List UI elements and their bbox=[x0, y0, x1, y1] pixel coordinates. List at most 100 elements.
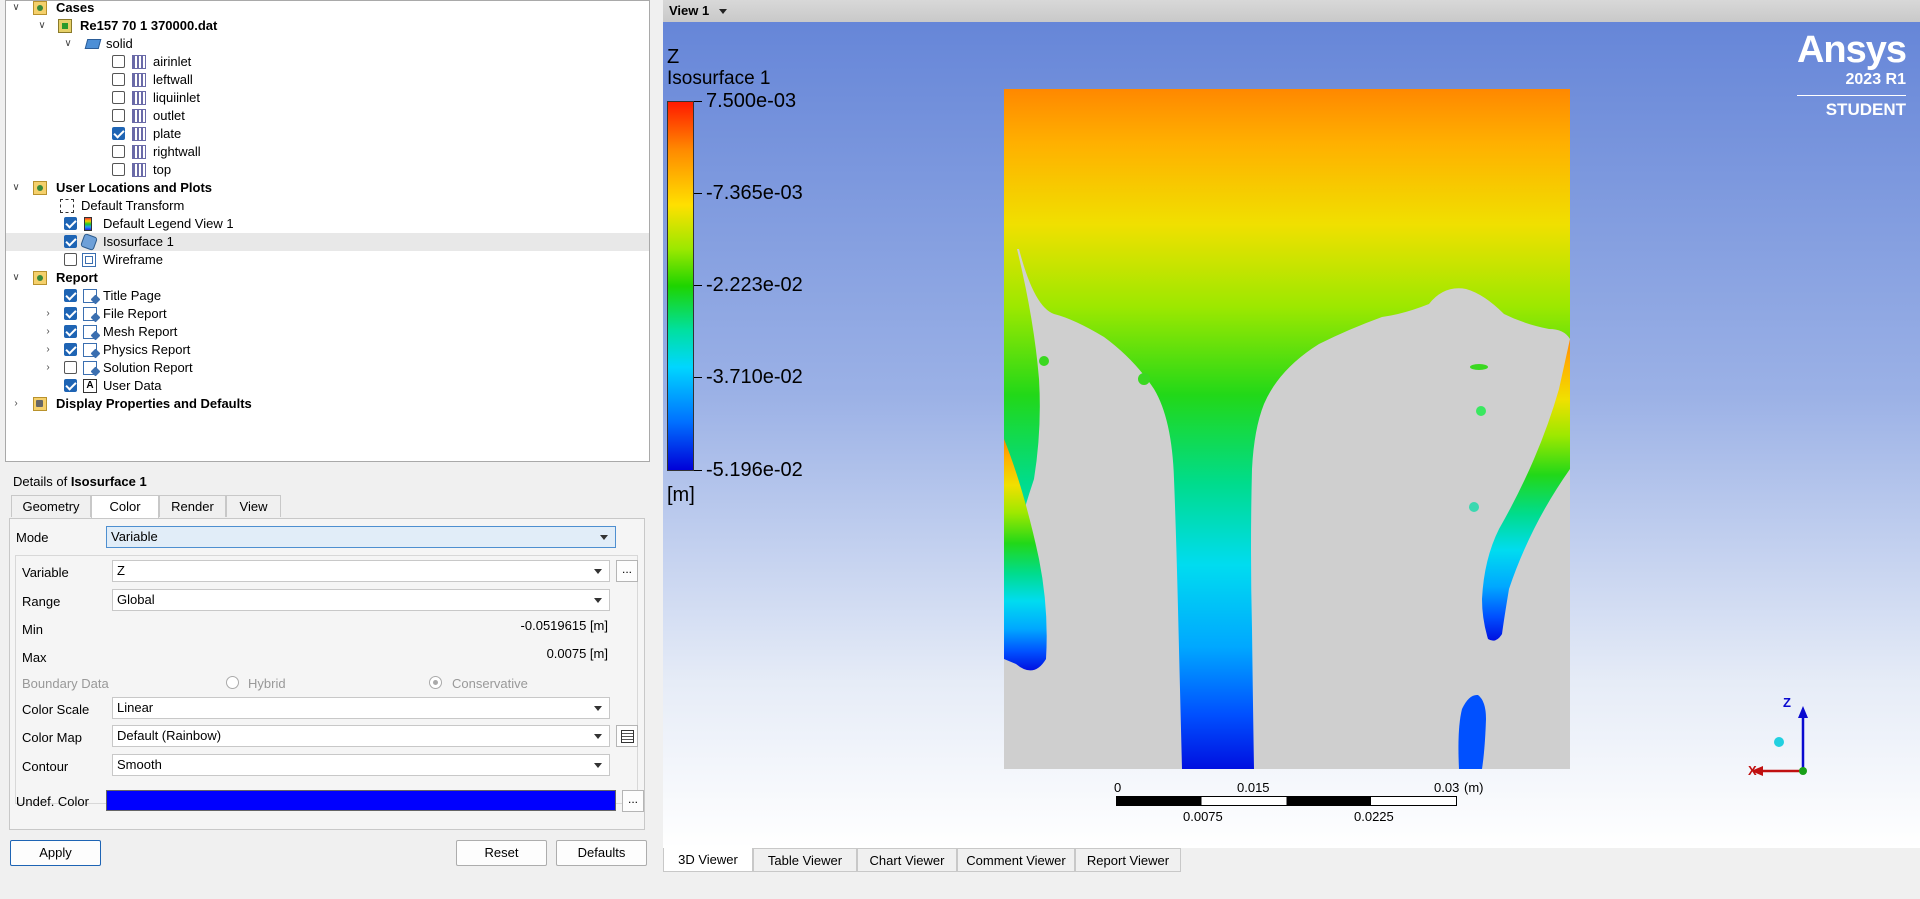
boundary-icon bbox=[132, 127, 146, 141]
variable-ellipsis-button[interactable]: ... bbox=[616, 560, 638, 582]
visibility-checkbox[interactable] bbox=[112, 73, 125, 86]
range-select[interactable]: Global bbox=[112, 589, 610, 611]
ansys-logo: Ansys 2023 R1 STUDENT bbox=[1796, 30, 1907, 120]
conservative-radio[interactable] bbox=[429, 676, 442, 689]
tab-view[interactable]: View bbox=[226, 495, 281, 517]
tree-label: plate bbox=[153, 126, 182, 141]
tree-item-report-entry[interactable]: › File Report bbox=[6, 305, 649, 323]
visibility-checkbox[interactable] bbox=[64, 343, 77, 356]
collapse-icon[interactable]: ∨ bbox=[36, 17, 48, 35]
visibility-checkbox[interactable] bbox=[64, 361, 77, 374]
tab-geometry[interactable]: Geometry bbox=[11, 495, 91, 517]
visibility-checkbox[interactable] bbox=[64, 289, 77, 302]
tree-item-report-entry[interactable]: User Data bbox=[6, 377, 649, 395]
tab-report-viewer[interactable]: Report Viewer bbox=[1075, 848, 1181, 872]
tab-color[interactable]: Color bbox=[91, 495, 159, 519]
user-locations-icon bbox=[33, 181, 47, 195]
hybrid-radio[interactable] bbox=[226, 676, 239, 689]
variable-select[interactable]: Z bbox=[112, 560, 610, 582]
tree-label: Default Transform bbox=[81, 198, 185, 213]
tree-item-boundary[interactable]: plate bbox=[6, 125, 649, 143]
color-scale-select[interactable]: Linear bbox=[112, 697, 610, 719]
expand-icon[interactable]: › bbox=[42, 323, 54, 341]
tree-item-boundary[interactable]: airinlet bbox=[6, 53, 649, 71]
collapse-icon[interactable]: ∨ bbox=[10, 1, 22, 17]
color-map-select[interactable]: Default (Rainbow) bbox=[112, 725, 610, 747]
visibility-checkbox[interactable] bbox=[64, 379, 77, 392]
tree-item-boundary[interactable]: top bbox=[6, 161, 649, 179]
tree-item-report-entry[interactable]: › Solution Report bbox=[6, 359, 649, 377]
tree-item-default-legend[interactable]: Default Legend View 1 bbox=[6, 215, 649, 233]
tab-render[interactable]: Render bbox=[159, 495, 226, 517]
isosurface-plot bbox=[1004, 89, 1570, 769]
legend-value: -5.196e-02 bbox=[706, 459, 803, 481]
visibility-checkbox[interactable] bbox=[112, 91, 125, 104]
collapse-icon[interactable]: ∨ bbox=[10, 269, 22, 287]
tree-item-boundary[interactable]: outlet bbox=[6, 107, 649, 125]
undef-color-swatch[interactable] bbox=[106, 790, 616, 811]
3d-viewer-canvas[interactable]: Z Isosurface 1 7.500e-03 -7.365e-03 -2.2… bbox=[663, 22, 1920, 848]
droplet bbox=[1469, 502, 1479, 512]
tab-table-viewer[interactable]: Table Viewer bbox=[753, 848, 857, 872]
expand-icon[interactable]: › bbox=[10, 395, 22, 413]
tab-comment-viewer[interactable]: Comment Viewer bbox=[957, 848, 1075, 872]
undef-color-label: Undef. Color bbox=[16, 794, 89, 809]
tree-item-boundary[interactable]: rightwall bbox=[6, 143, 649, 161]
scale-label: 0.0225 bbox=[1354, 809, 1394, 824]
visibility-checkbox[interactable] bbox=[64, 253, 77, 266]
undef-color-ellipsis-button[interactable]: ... bbox=[622, 790, 644, 812]
color-map-editor-button[interactable] bbox=[616, 725, 638, 747]
tab-chart-viewer[interactable]: Chart Viewer bbox=[857, 848, 957, 872]
tree-item-default-transform[interactable]: Default Transform bbox=[6, 197, 649, 215]
tree-item-report-entry[interactable]: › Physics Report bbox=[6, 341, 649, 359]
visibility-checkbox[interactable] bbox=[112, 163, 125, 176]
collapse-icon[interactable]: ∨ bbox=[62, 35, 74, 53]
tree-item-boundary[interactable]: leftwall bbox=[6, 71, 649, 89]
user-data-icon bbox=[83, 379, 97, 393]
legend-value: 7.500e-03 bbox=[706, 90, 797, 112]
range-label: Range bbox=[22, 594, 61, 609]
tree-item-cases[interactable]: ∨ Cases bbox=[6, 1, 649, 17]
tree-item-report-entry[interactable]: Title Page bbox=[6, 287, 649, 305]
tree-label: leftwall bbox=[153, 72, 193, 87]
contour-select[interactable]: Smooth bbox=[112, 754, 610, 776]
tree-item-report[interactable]: ∨ Report bbox=[6, 269, 649, 287]
reset-button[interactable]: Reset bbox=[456, 840, 547, 866]
tree-item-display-properties[interactable]: › Display Properties and Defaults bbox=[6, 395, 649, 413]
tree-item-isosurface[interactable]: Isosurface 1 bbox=[6, 233, 649, 251]
hybrid-label: Hybrid bbox=[248, 676, 286, 691]
legend-variable: Z bbox=[667, 46, 680, 68]
scale-bar-graphic bbox=[1116, 796, 1457, 806]
apply-button[interactable]: Apply bbox=[10, 840, 101, 866]
visibility-checkbox[interactable] bbox=[64, 217, 77, 230]
mode-select[interactable]: Variable bbox=[106, 526, 616, 548]
expand-icon[interactable]: › bbox=[42, 305, 54, 323]
visibility-checkbox[interactable] bbox=[112, 109, 125, 122]
report-icon bbox=[33, 271, 47, 285]
visibility-checkbox[interactable] bbox=[64, 235, 77, 248]
tree-item-user-locations[interactable]: ∨ User Locations and Plots bbox=[6, 179, 649, 197]
tree-item-report-entry[interactable]: › Mesh Report bbox=[6, 323, 649, 341]
visibility-checkbox[interactable] bbox=[112, 145, 125, 158]
min-label: Min bbox=[22, 622, 43, 637]
tree-item-boundary[interactable]: liquiinlet bbox=[6, 89, 649, 107]
tree-label: Mesh Report bbox=[103, 324, 178, 339]
collapse-icon[interactable]: ∨ bbox=[10, 179, 22, 197]
view-selector[interactable]: View 1 bbox=[669, 3, 727, 18]
tab-3d-viewer[interactable]: 3D Viewer bbox=[663, 848, 753, 872]
boundary-icon bbox=[132, 91, 146, 105]
tree-item-solid[interactable]: ∨ solid bbox=[6, 35, 649, 53]
visibility-checkbox[interactable] bbox=[64, 307, 77, 320]
visibility-checkbox[interactable] bbox=[112, 55, 125, 68]
color-scale-label: Color Scale bbox=[22, 702, 90, 717]
legend-value: -7.365e-03 bbox=[706, 182, 803, 204]
visibility-checkbox[interactable] bbox=[64, 325, 77, 338]
visibility-checkbox[interactable] bbox=[112, 127, 125, 140]
wireframe-icon bbox=[82, 253, 96, 267]
expand-icon[interactable]: › bbox=[42, 359, 54, 377]
report-page-icon bbox=[83, 289, 97, 303]
defaults-button[interactable]: Defaults bbox=[556, 840, 647, 866]
expand-icon[interactable]: › bbox=[42, 341, 54, 359]
tree-item-wireframe[interactable]: Wireframe bbox=[6, 251, 649, 269]
tree-item-case-file[interactable]: ∨ Re157 70 1 370000.dat bbox=[6, 17, 649, 35]
